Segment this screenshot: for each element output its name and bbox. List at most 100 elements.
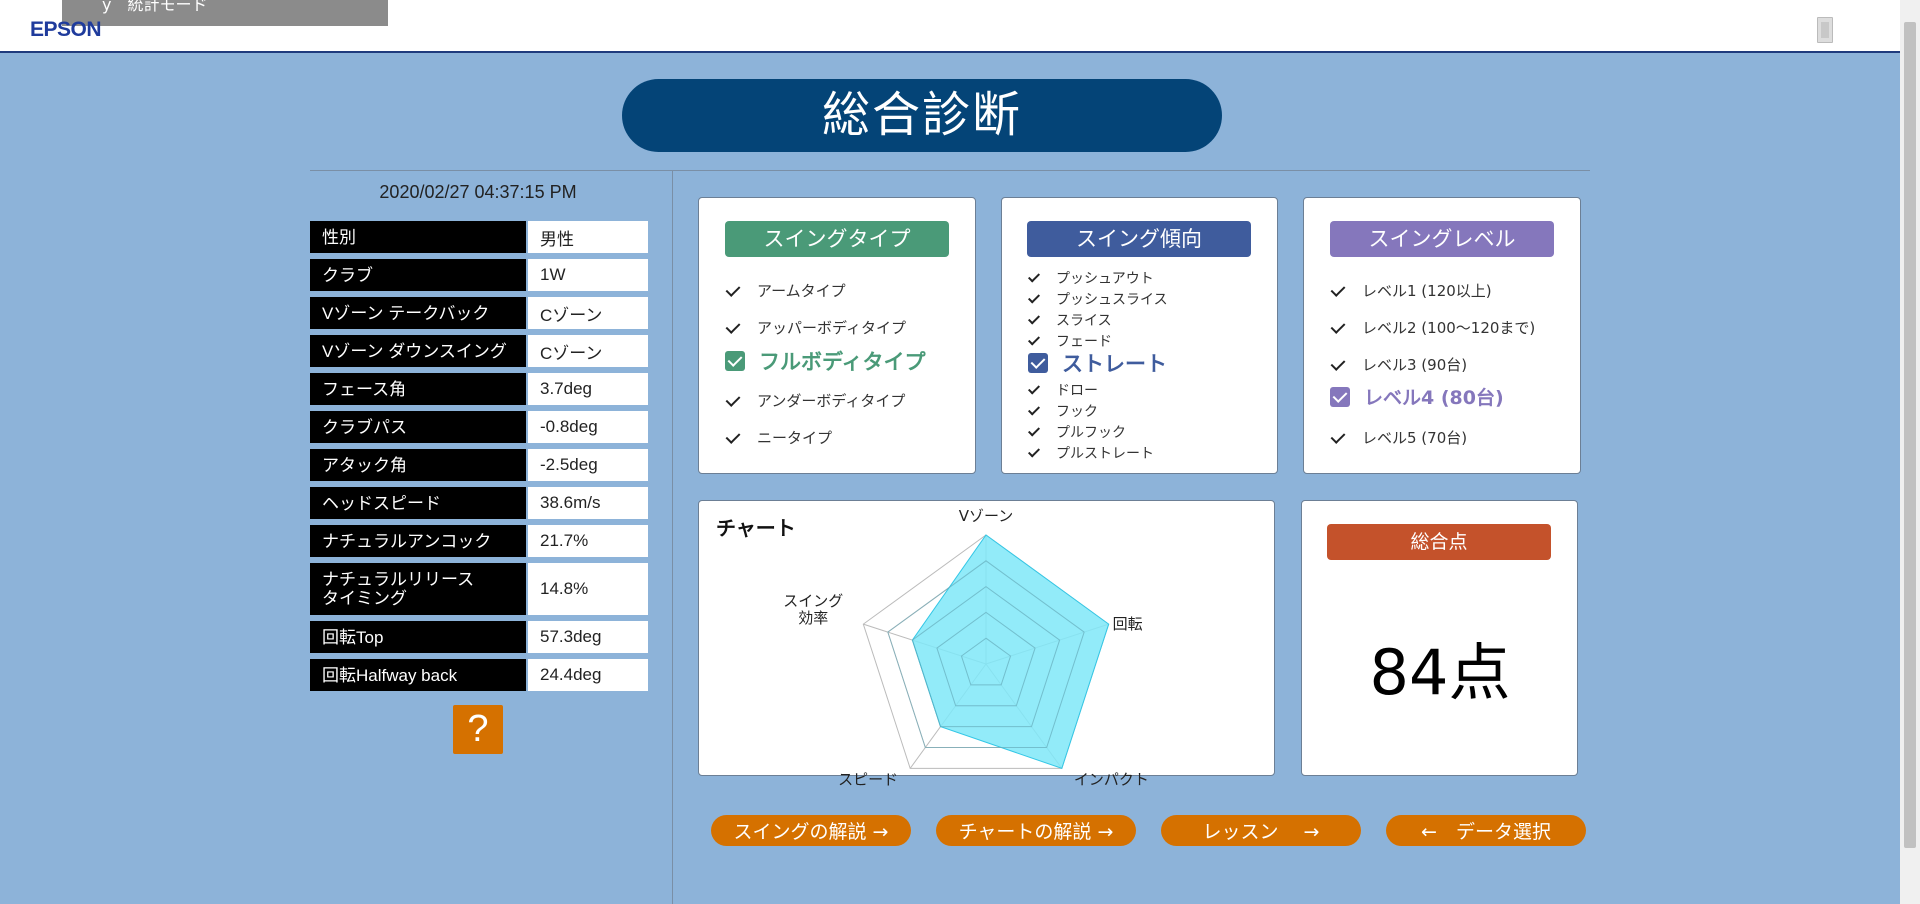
option-label: アームタイプ — [757, 282, 846, 300]
swing-level-panel: スイングレベル レベル1 (120以上) レベル2 (100〜120まで) レベル3… — [1303, 197, 1581, 474]
option-label: アンダーボディタイプ — [757, 392, 906, 410]
swing-explain-button[interactable]: スイングの解説 → — [711, 815, 911, 846]
checkmark-icon — [1330, 319, 1348, 337]
score-title: 総合点 — [1327, 524, 1551, 560]
datetime: 2020/02/27 04:37:15 PM — [379, 182, 577, 202]
lesson-button[interactable]: レッスン → — [1161, 815, 1361, 846]
option-item[interactable]: スライス — [1028, 310, 1112, 330]
info-row: アタック角 -2.5deg — [310, 449, 648, 481]
option-item[interactable]: フルボディタイプ — [725, 346, 926, 376]
info-key: アタック角 — [310, 449, 526, 481]
checkmark-icon — [725, 392, 743, 410]
option-item[interactable]: プッシュスライス — [1028, 289, 1168, 309]
option-item[interactable]: レベル2 (100〜120まで) — [1330, 317, 1535, 338]
option-label: プルストレート — [1056, 446, 1154, 462]
info-value: 57.3deg — [528, 621, 648, 653]
checkmark-icon — [725, 429, 743, 447]
info-row: 性別 男性 — [310, 221, 648, 253]
checkbox-checked-icon — [1028, 353, 1048, 373]
scrollbar[interactable] — [1900, 0, 1920, 904]
info-key: 回転Top — [310, 621, 526, 653]
info-value: 3.7deg — [528, 373, 648, 405]
info-row: 回転Halfway back 24.4deg — [310, 659, 648, 691]
info-value: 1W — [528, 259, 648, 291]
info-row: フェース角 3.7deg — [310, 373, 648, 405]
checkmark-icon — [1330, 429, 1348, 447]
info-key: クラブパス — [310, 411, 526, 443]
info-value: 24.4deg — [528, 659, 648, 691]
checkmark-icon — [725, 282, 743, 300]
swing-tendency-title: スイング傾向 — [1027, 221, 1251, 257]
data-select-button[interactable]: ← データ選択 — [1386, 815, 1586, 846]
page-title: 総合診断 — [622, 79, 1222, 152]
option-label: フルボディタイプ — [759, 350, 926, 374]
checkmark-icon — [1028, 313, 1042, 327]
info-key: クラブ — [310, 259, 526, 291]
option-item[interactable]: プッシュアウト — [1028, 268, 1154, 288]
checkmark-icon — [1028, 383, 1042, 397]
info-key: 回転Halfway back — [310, 659, 526, 691]
checkbox-checked-icon — [725, 351, 745, 371]
help-button[interactable]: ? — [453, 705, 503, 754]
info-key: Vゾーン ダウンスイング — [310, 335, 526, 367]
option-item[interactable]: レベル4 (80台) — [1330, 383, 1504, 410]
info-table: 性別 男性 クラブ 1W Vゾーン テークバック Cゾーン Vゾーン ダウンスイング Cゾーン… — [310, 221, 648, 697]
checkmark-icon — [1028, 404, 1042, 418]
info-row: 回転Top 57.3deg — [310, 621, 648, 653]
option-item[interactable]: レベル1 (120以上) — [1330, 280, 1492, 301]
option-item[interactable]: アームタイプ — [725, 280, 846, 301]
info-value: Cゾーン — [528, 297, 648, 329]
option-item[interactable]: プルフック — [1028, 422, 1126, 442]
divider-horizontal — [310, 170, 1590, 171]
info-value: -2.5deg — [528, 449, 648, 481]
info-value: 21.7% — [528, 525, 648, 557]
info-key: Vゾーン テークバック — [310, 297, 526, 329]
option-item[interactable]: レベル3 (90台) — [1330, 354, 1467, 375]
option-label: スライス — [1056, 313, 1112, 329]
checkmark-icon — [1028, 271, 1042, 285]
info-row: ナチュラルアンコック 21.7% — [310, 525, 648, 557]
option-label: レベル3 (90台) — [1362, 356, 1468, 374]
option-label: フック — [1056, 404, 1098, 420]
checkmark-icon — [725, 319, 743, 337]
info-value: -0.8deg — [528, 411, 648, 443]
info-value: 14.8% — [528, 563, 648, 615]
option-item[interactable]: アンダーボディタイプ — [725, 390, 905, 411]
option-item[interactable]: ニータイプ — [725, 427, 832, 448]
option-item[interactable]: ストレート — [1028, 348, 1167, 378]
chart-title: チャート — [716, 516, 796, 540]
checkmark-icon — [1330, 356, 1348, 374]
checkmark-icon — [1330, 282, 1348, 300]
info-row: ヘッドスピード 38.6m/s — [310, 487, 648, 519]
checkbox-checked-icon — [1330, 386, 1350, 407]
exit-door-icon[interactable] — [1817, 17, 1833, 43]
info-key: ナチュラルリリース タイミング — [310, 563, 526, 615]
mode-tooltip: y 統計モード — [62, 0, 388, 26]
option-label: ストレート — [1062, 352, 1167, 376]
chart-panel — [698, 500, 1275, 776]
info-row: Vゾーン テークバック Cゾーン — [310, 297, 648, 329]
info-key: フェース角 — [310, 373, 526, 405]
checkmark-icon — [1028, 292, 1042, 306]
option-item[interactable]: フック — [1028, 401, 1098, 421]
option-item[interactable]: レベル5 (70台) — [1330, 427, 1467, 448]
option-label: プッシュスライス — [1056, 292, 1168, 308]
option-label: レベル4 (80台) — [1364, 387, 1504, 409]
scrollbar-thumb[interactable] — [1904, 22, 1916, 848]
option-label: プッシュアウト — [1056, 271, 1154, 287]
option-label: レベル2 (100〜120まで) — [1362, 319, 1536, 337]
option-item[interactable]: ドロー — [1028, 380, 1098, 400]
info-value: Cゾーン — [528, 335, 648, 367]
divider-vertical — [672, 171, 673, 904]
info-key: 性別 — [310, 221, 526, 253]
option-label: レベル5 (70台) — [1362, 429, 1468, 447]
swing-tendency-panel: スイング傾向 プッシュアウト プッシュスライス スライス フェード ストレート ドロー フッ… — [1001, 197, 1278, 474]
option-item[interactable]: アッパーボディタイプ — [725, 317, 906, 338]
chart-explain-button[interactable]: チャートの解説 → — [936, 815, 1136, 846]
info-row: ナチュラルリリース タイミング 14.8% — [310, 563, 648, 615]
swing-level-title: スイングレベル — [1330, 221, 1554, 257]
info-value: 38.6m/s — [528, 487, 648, 519]
option-label: ドロー — [1056, 383, 1098, 399]
option-item[interactable]: プルストレート — [1028, 443, 1154, 463]
option-label: ニータイプ — [757, 429, 833, 447]
